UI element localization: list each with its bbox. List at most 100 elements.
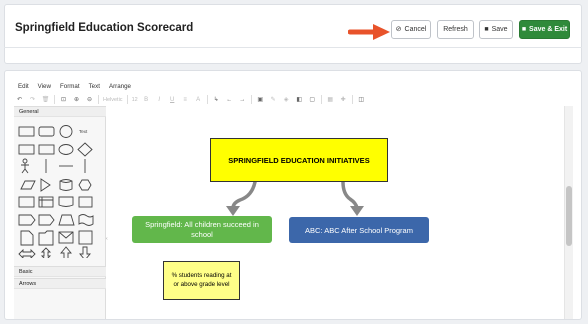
shape-actor [22, 158, 28, 164]
section-arrows[interactable]: Arrows [14, 278, 106, 289]
align-icon[interactable]: ≡ [181, 95, 190, 104]
shape-arrow-up [60, 246, 72, 258]
node-students-label: % students reading at or above grade lev… [171, 272, 232, 288]
shape-step [18, 214, 36, 226]
font-color-icon[interactable]: A [194, 95, 203, 104]
shape-rectangle-2 [18, 144, 35, 155]
table-icon[interactable]: ▦ [326, 95, 335, 104]
fill-color-icon[interactable]: ◈ [282, 95, 291, 104]
shape-internal-storage [38, 196, 54, 208]
font-size-select[interactable]: 12 [132, 97, 138, 103]
annotation-arrow-icon [348, 24, 390, 40]
shape-vertical-double-arrow [40, 247, 52, 258]
floppy-disk-icon: ■ [484, 26, 489, 33]
shape-internal-storage-lines [39, 197, 53, 207]
node-main-label: SPRINGFIELD EDUCATION INITIATIVES [228, 155, 370, 165]
page-title: Springfield Education Scorecard [15, 22, 194, 34]
shape-rounded-rectangle [38, 126, 55, 137]
cancel-button-label: Cancel [404, 26, 427, 33]
toolbar-separator [98, 95, 99, 104]
shape-triangle [40, 178, 51, 192]
shape-rectangle [18, 126, 35, 137]
node-abc-program[interactable]: ABC: ABC After School Program [289, 217, 429, 243]
shape-trapezoid [58, 214, 75, 226]
refresh-button-label: Refresh [443, 26, 468, 33]
refresh-button[interactable]: Refresh [437, 20, 474, 39]
toolbar-separator [250, 95, 252, 104]
vertical-scrollbar[interactable] [564, 106, 573, 319]
menu-view[interactable]: View [38, 83, 51, 90]
gradient-icon[interactable]: ◧ [295, 95, 304, 104]
shape-callout [38, 214, 55, 226]
menu-edit[interactable]: Edit [18, 83, 29, 90]
shape-double-arrow [18, 248, 36, 258]
shape-envelope-flap [58, 231, 74, 239]
shape-actor-body [21, 163, 29, 174]
arrow-left-icon[interactable]: ← [225, 95, 234, 104]
node-students-reading-metric[interactable]: % students reading at or above grade lev… [163, 261, 240, 300]
shape-frame [78, 230, 93, 245]
toolbar-separator [126, 95, 128, 104]
bold-icon[interactable]: B [142, 95, 151, 104]
panel-icon[interactable]: ◫ [357, 95, 366, 104]
shape-ellipse [58, 144, 74, 155]
delete-icon[interactable]: 🗑 [41, 95, 50, 104]
menu-bar: Edit View Format Text Arrange [18, 83, 131, 90]
save-and-exit-button[interactable]: ■ Save & Exit [519, 20, 570, 39]
diagram-editor: Edit View Format Text Arrange ↶ ↷ 🗑 ⊡ ⊕ … [4, 70, 582, 320]
shape-process [18, 196, 35, 208]
scrollbar-thumb[interactable] [566, 186, 572, 246]
header-divider [4, 47, 582, 48]
shape-hexagon [78, 179, 92, 191]
shape-text: Text [79, 129, 88, 134]
redo-icon[interactable]: ↷ [28, 95, 37, 104]
save-button-label: Save [491, 26, 508, 33]
cancel-button[interactable]: ⊘ Cancel [391, 20, 431, 39]
floppy-disk-icon: ■ [521, 26, 527, 33]
undo-icon[interactable]: ↶ [15, 95, 24, 104]
node-springfield-label: Springfield: All children succeed in sch… [145, 219, 259, 239]
zoom-out-icon[interactable]: ⊖ [85, 95, 94, 104]
toolbar-separator [351, 95, 353, 104]
save-and-exit-button-label: Save & Exit [529, 26, 568, 33]
shadow-icon[interactable]: ▢ [308, 95, 317, 104]
italic-icon[interactable]: I [155, 95, 164, 104]
node-abc-label: ABC: ABC After School Program [305, 225, 413, 235]
section-general[interactable]: General [14, 106, 106, 117]
shapes-sidebar: General Text Basic Arrows [14, 106, 106, 319]
arrow-right-icon[interactable]: → [238, 95, 247, 104]
line-color-icon[interactable]: ✎ [269, 95, 278, 104]
shape-arrow-down [79, 246, 91, 258]
fit-icon[interactable]: ⊡ [59, 95, 68, 104]
shape-tape [78, 214, 94, 226]
shape-palette[interactable]: Text [17, 123, 103, 258]
shape-diamond [77, 142, 93, 157]
section-basic[interactable]: Basic [14, 266, 106, 277]
shape-document [58, 196, 74, 207]
ban-icon: ⊘ [395, 26, 402, 33]
menu-arrange[interactable]: Arrange [109, 83, 131, 90]
waypoint-icon[interactable]: ↳ [212, 95, 221, 104]
shape-cylinder [59, 179, 73, 191]
shape-folder [38, 230, 54, 246]
underline-icon[interactable]: U [168, 95, 177, 104]
editor-toolbar: ↶ ↷ 🗑 ⊡ ⊕ ⊖ Helvetic 12 B I U ≡ A ↳ ← → … [15, 94, 366, 105]
toolbar-separator [320, 95, 322, 104]
toolbar-separator [54, 95, 55, 104]
node-springfield-education-initiatives[interactable]: SPRINGFIELD EDUCATION INITIATIVES [210, 138, 388, 182]
shape-parallelogram [20, 180, 36, 190]
shape-note [20, 230, 34, 246]
shape-circle [59, 125, 73, 138]
shape-card [78, 196, 93, 208]
plus-icon[interactable]: ✚ [339, 95, 348, 104]
node-springfield-goal[interactable]: Springfield: All children succeed in sch… [132, 216, 272, 243]
font-family-select[interactable]: Helvetic [103, 97, 123, 103]
save-button[interactable]: ■ Save [479, 20, 513, 39]
shape-rectangle-3 [38, 144, 55, 155]
sidebar-collapse-handle[interactable]: ‹ [106, 236, 109, 242]
image-icon[interactable]: ▣ [256, 95, 265, 104]
zoom-in-icon[interactable]: ⊕ [72, 95, 81, 104]
menu-text[interactable]: Text [89, 83, 100, 90]
toolbar-separator [206, 95, 208, 104]
menu-format[interactable]: Format [60, 83, 80, 90]
